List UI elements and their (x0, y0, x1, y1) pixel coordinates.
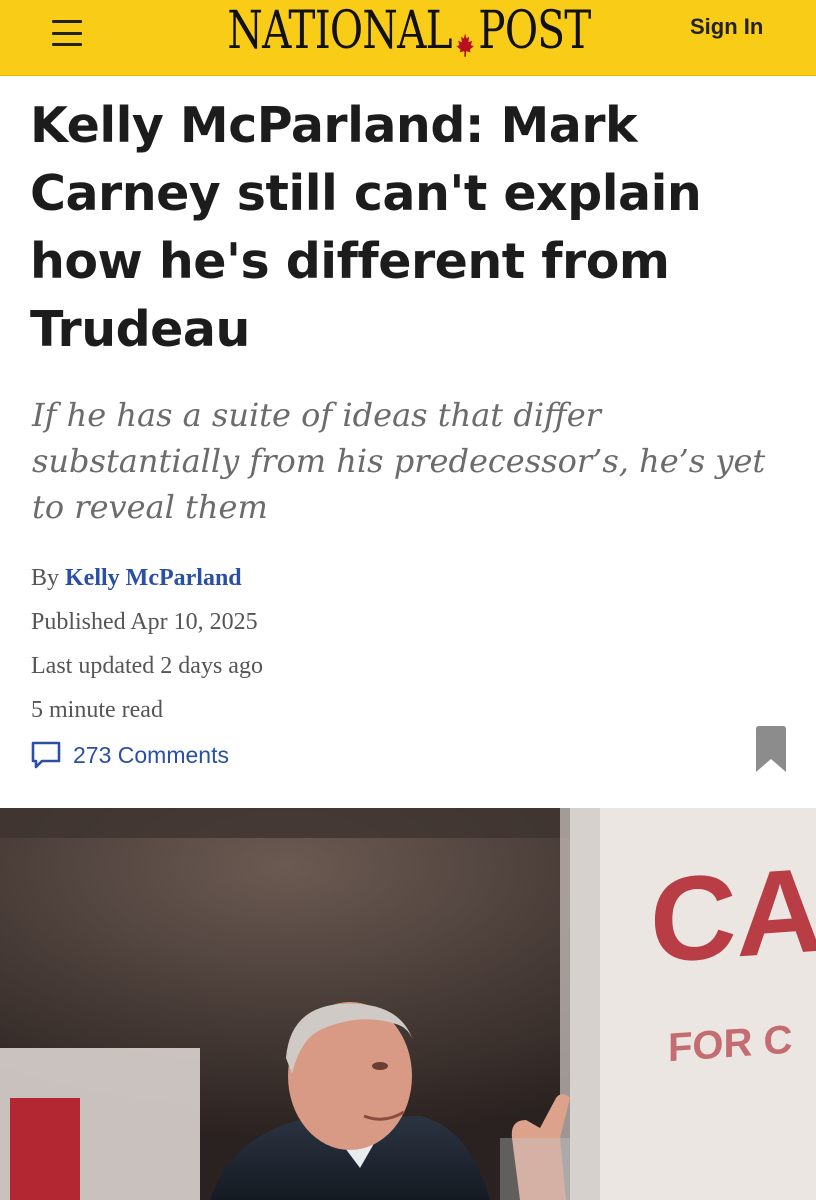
logo-text-right: POST (478, 1, 591, 61)
comment-bubble-icon (30, 739, 62, 771)
byline-prefix: By (31, 565, 60, 591)
site-header: NATIONAL POST Sign In (0, 0, 816, 76)
read-time: 5 minute read (31, 697, 163, 723)
logo-text-left: NATIONAL (227, 1, 452, 61)
bookmark-icon[interactable] (755, 726, 787, 772)
article-subhead: If he has a suite of ideas that differ s… (32, 396, 766, 526)
published-date: Published Apr 10, 2025 (31, 609, 258, 635)
byline: By Kelly McParland (31, 565, 242, 592)
author-link[interactable]: Kelly McParland (65, 565, 242, 591)
sign-text-top: CAR (650, 837, 816, 989)
sign-in-button[interactable]: Sign In (690, 14, 763, 44)
national-post-logo[interactable]: NATIONAL POST (227, 0, 591, 62)
hamburger-menu-icon[interactable] (50, 18, 84, 48)
article-headline: Kelly McParland: Mark Carney still can't… (30, 97, 702, 358)
comments-link[interactable]: 273 Comments (30, 738, 229, 772)
article-photo: CAR FOR C (0, 808, 816, 1200)
comments-count-label: 273 Comments (73, 741, 229, 768)
maple-leaf-icon (455, 11, 475, 57)
sign-text-bottom: FOR C (668, 1018, 792, 1071)
last-updated: Last updated 2 days ago (31, 653, 263, 679)
